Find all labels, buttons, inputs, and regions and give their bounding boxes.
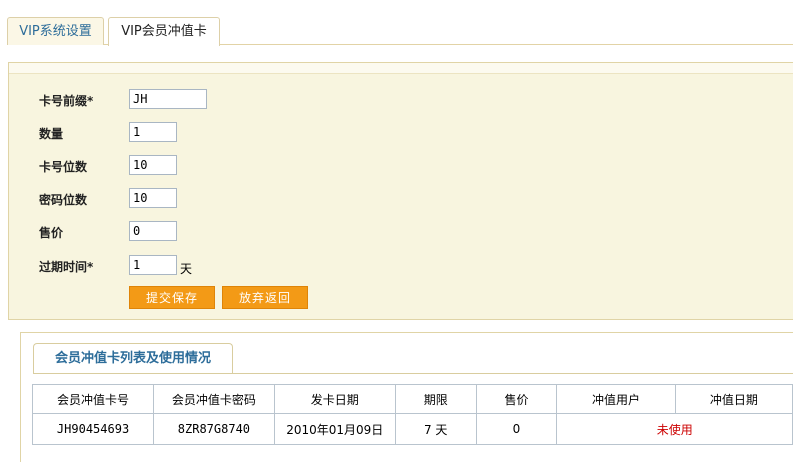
password-digits-label: 密码位数 (39, 193, 88, 207)
cell-password: 8ZR87G8740 (153, 413, 275, 445)
submit-save-button[interactable]: 提交保存 (129, 286, 215, 309)
expire-input[interactable] (129, 255, 177, 275)
quantity-label: 数量 (39, 127, 64, 141)
price-input[interactable] (129, 221, 177, 241)
cell-issue-date: 2010年01月09日 (273, 413, 396, 445)
card-digits-input[interactable] (129, 155, 177, 175)
tab-vip-recharge-card[interactable]: VIP会员冲值卡 (108, 17, 220, 46)
column-header-recharge-user: 冲值用户 (556, 384, 676, 414)
card-list-divider (33, 373, 793, 374)
price-label: 售价 (39, 226, 64, 240)
expire-unit: 天 (180, 262, 193, 276)
card-list-title: 会员冲值卡列表及使用情况 (33, 343, 233, 374)
column-header-card-no: 会员冲值卡号 (31, 384, 155, 414)
form-top-band (9, 63, 793, 74)
prefix-input[interactable] (129, 89, 207, 109)
password-digits-input[interactable] (129, 188, 177, 208)
tab-vip-settings[interactable]: VIP系统设置 (7, 17, 104, 45)
column-header-price: 售价 (475, 384, 558, 414)
cancel-return-button[interactable]: 放弃返回 (222, 286, 308, 309)
card-digits-label: 卡号位数 (39, 160, 88, 174)
column-header-issue-date: 发卡日期 (273, 384, 396, 414)
expire-label: 过期时间* (39, 260, 94, 274)
tab-bar: VIP系统设置 VIP会员冲值卡 (7, 17, 793, 46)
column-header-term: 期限 (394, 384, 477, 414)
card-list-table: 会员冲值卡号 会员冲值卡密码 发卡日期 期限 售价 冲值用户 冲值日期 JH90… (31, 384, 793, 445)
cell-card-no: JH90454693 (31, 413, 155, 445)
table-row: JH90454693 8ZR87G8740 2010年01月09日 7 天 0 … (31, 413, 793, 445)
table-header-row: 会员冲值卡号 会员冲值卡密码 发卡日期 期限 售价 冲值用户 冲值日期 (31, 384, 793, 414)
cell-price: 0 (475, 413, 558, 445)
prefix-label: 卡号前缀* (39, 94, 94, 108)
quantity-input[interactable] (129, 122, 177, 142)
card-generation-form: 卡号前缀* 数量 卡号位数 密码位数 售价 过期时间* 天 提交保存 放弃返回 (8, 62, 793, 320)
column-header-recharge-date: 冲值日期 (674, 384, 793, 414)
cell-status: 未使用 (556, 413, 793, 445)
cell-term: 7 天 (394, 413, 477, 445)
column-header-password: 会员冲值卡密码 (153, 384, 275, 414)
